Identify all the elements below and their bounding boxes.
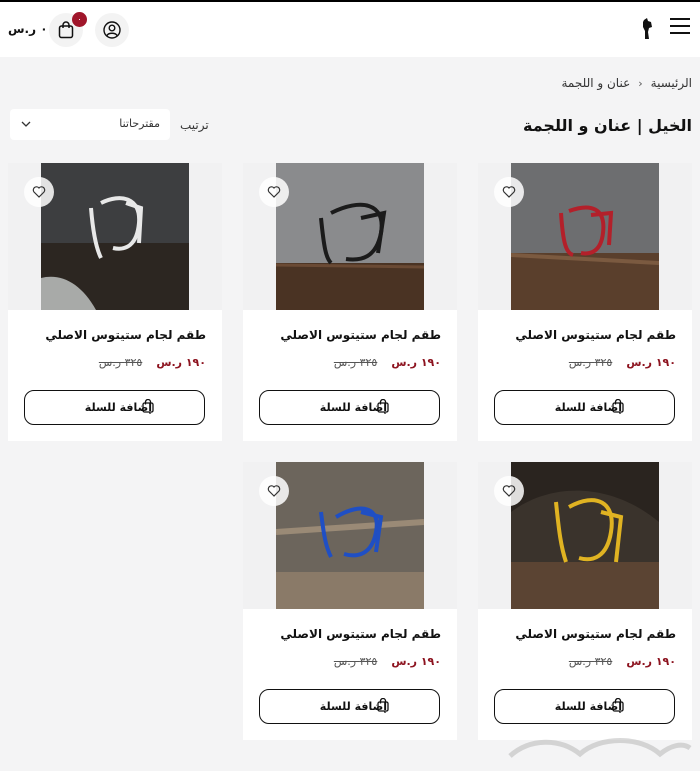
hamburger-menu-icon[interactable] [670,18,690,36]
top-navigation-bar: ٠ ٠ ر.س [0,0,700,57]
horse-head-logo[interactable] [640,18,654,40]
sale-price: ١٩٠ ر.س [626,356,676,369]
add-to-cart-button[interactable]: إضافة للسلة [259,689,440,724]
shopping-bag-icon [377,698,389,712]
product-photo[interactable] [511,462,659,609]
cart-total: ٠ ر.س [8,22,48,36]
product-price: ١٩٠ ر.س ٣٢٥ ر.س [569,655,676,668]
product-price: ١٩٠ ر.س ٣٢٥ ر.س [569,356,676,369]
product-name[interactable]: طقم لجام ستيتوس الاصلي [515,627,676,641]
heart-icon [502,186,516,198]
add-to-cart-button[interactable]: إضافة للسلة [259,390,440,425]
wishlist-button[interactable] [259,476,289,506]
product-photo[interactable] [41,163,189,310]
chevron-left-icon: ‹ [638,76,643,90]
original-price: ٣٢٥ ر.س [333,655,378,668]
heart-icon [502,485,516,497]
sort-select[interactable]: مقترحاتنا [10,109,170,140]
product-name[interactable]: طقم لجام ستيتوس الاصلي [280,328,441,342]
product-photo[interactable] [276,163,424,310]
sale-price: ١٩٠ ر.س [391,356,441,369]
original-price: ٣٢٥ ر.س [568,356,613,369]
product-name[interactable]: طقم لجام ستيتوس الاصلي [45,328,206,342]
breadcrumb-current: عنان و اللجمة [561,76,631,90]
user-account-icon [103,21,121,39]
product-name[interactable]: طقم لجام ستيتوس الاصلي [515,328,676,342]
product-image-area [243,163,457,310]
product-card[interactable]: طقم لجام ستيتوس الاصلي ١٩٠ ر.س ٣٢٥ ر.س إ… [478,462,692,740]
shopping-bag-icon [142,399,154,413]
product-price: ١٩٠ ر.س ٣٢٥ ر.س [99,356,206,369]
add-to-cart-button[interactable]: إضافة للسلة [494,390,675,425]
original-price: ٣٢٥ ر.س [98,356,143,369]
cart-count-badge: ٠ [72,12,87,27]
breadcrumb: الرئيسية ‹ عنان و اللجمة [561,76,692,90]
product-photo[interactable] [276,462,424,609]
product-image-area [478,163,692,310]
shopping-bag-icon [58,21,74,39]
sale-price: ١٩٠ ر.س [626,655,676,668]
page-title: الخيل | عنان و اللجمة [522,116,692,135]
product-photo[interactable] [511,163,659,310]
product-card[interactable]: طقم لجام ستيتوس الاصلي ١٩٠ ر.س ٣٢٥ ر.س إ… [8,163,222,441]
watermark-logo [508,738,692,758]
user-account-button[interactable] [95,13,129,47]
product-name[interactable]: طقم لجام ستيتوس الاصلي [280,627,441,641]
heart-icon [32,186,46,198]
shopping-bag-icon [377,399,389,413]
original-price: ٣٢٥ ر.س [333,356,378,369]
heart-icon [267,485,281,497]
heart-icon [267,186,281,198]
sale-price: ١٩٠ ر.س [391,655,441,668]
sort-label: ترتيب [180,118,209,132]
add-to-cart-button[interactable]: إضافة للسلة [494,689,675,724]
wishlist-button[interactable] [494,177,524,207]
wishlist-button[interactable] [24,177,54,207]
product-card[interactable]: طقم لجام ستيتوس الاصلي ١٩٠ ر.س ٣٢٥ ر.س إ… [478,163,692,441]
shopping-bag-icon [612,698,624,712]
product-card[interactable]: طقم لجام ستيتوس الاصلي ١٩٠ ر.س ٣٢٥ ر.س إ… [243,462,457,740]
breadcrumb-home-link[interactable]: الرئيسية [651,76,692,90]
shopping-bag-icon [612,399,624,413]
product-image-area [478,462,692,609]
wishlist-button[interactable] [494,476,524,506]
sale-price: ١٩٠ ر.س [156,356,206,369]
product-image-area [243,462,457,609]
sort-selected-value: مقترحاتنا [119,117,160,130]
product-price: ١٩٠ ر.س ٣٢٥ ر.س [334,356,441,369]
product-image-area [8,163,222,310]
wishlist-button[interactable] [259,177,289,207]
original-price: ٣٢٥ ر.س [568,655,613,668]
product-price: ١٩٠ ر.س ٣٢٥ ر.س [334,655,441,668]
chevron-down-icon [21,121,31,127]
add-to-cart-button[interactable]: إضافة للسلة [24,390,205,425]
product-card[interactable]: طقم لجام ستيتوس الاصلي ١٩٠ ر.س ٣٢٥ ر.س إ… [243,163,457,441]
